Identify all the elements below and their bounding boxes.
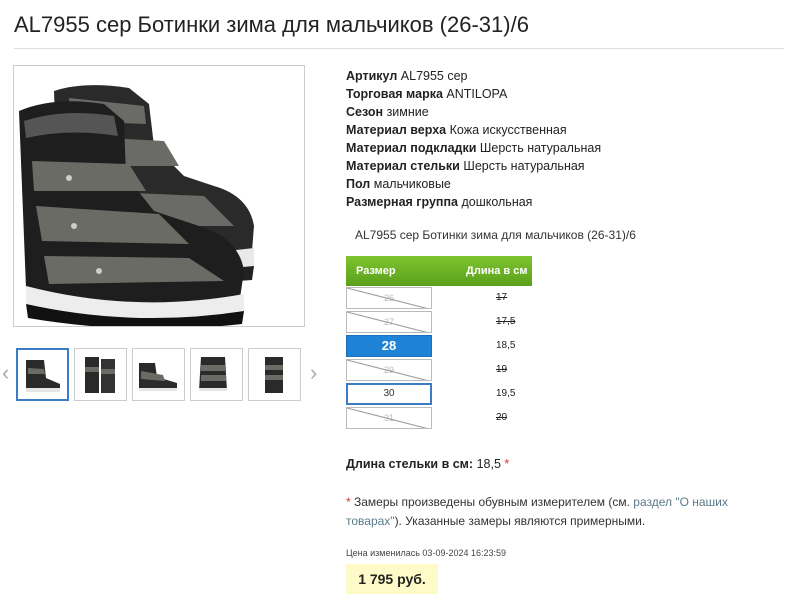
size-table-header: Размер Длина в см [346,256,532,286]
length-value: 19,5 [496,388,516,399]
size-row: 28 18,5 [346,334,532,358]
chevron-left-icon[interactable]: ‹ [2,360,9,386]
size-option-28[interactable]: 28 [346,335,432,357]
insole-label: Длина стельки в см: [346,457,474,471]
spec-season: Сезон зимние [346,105,429,119]
spec-lining-material: Материал подкладки Шерсть натуральная [346,141,602,155]
length-value: 19 [496,364,508,375]
size-option-30[interactable]: 30 [346,383,432,405]
thumbnail-3[interactable] [132,348,185,401]
price-changed-date: Цена изменилась 03-09-2024 16:23:59 [346,548,507,558]
spec-brand: Торговая марка ANTILOPA [346,87,508,101]
size-table: Размер Длина в см 26 17 27 17,5 28 18,5 … [346,256,532,430]
product-caption: AL7955 сер Ботинки зима для мальчиков (2… [355,228,636,242]
size-row: 27 17,5 [346,310,532,334]
spec-size-group: Размерная группа дошкольная [346,195,533,209]
thumbnail-2[interactable] [74,348,127,401]
size-column-header: Размер [356,265,396,277]
spec-insole-material: Материал стельки Шерсть натуральная [346,159,585,173]
length-column-header: Длина в см [466,265,528,277]
size-row: 30 19,5 [346,382,532,406]
page-title: AL7955 сер Ботинки зима для мальчиков (2… [14,12,529,37]
note-text-2: ). Указанные замеры являются примерными. [394,514,646,528]
measurement-note: * Замеры произведены обувным измерителем… [346,493,746,531]
length-value: 17 [496,292,508,303]
spec-upper-material: Материал верха Кожа искусственная [346,123,567,137]
main-product-image[interactable] [13,65,305,327]
length-value: 18,5 [496,340,516,351]
price-badge: 1 795 руб. [346,564,438,594]
length-value: 20 [496,412,508,423]
size-option-31: 31 [346,407,432,429]
length-value: 17,5 [496,316,516,327]
size-row: 29 19 [346,358,532,382]
thumbnail-gallery: ‹ › [0,348,330,404]
title-divider [14,48,784,49]
spec-article: Артикул AL7955 сер [346,69,468,83]
note-text-1: Замеры произведены обувным измерителем (… [350,495,634,509]
size-option-29: 29 [346,359,432,381]
thumbnail-4[interactable] [190,348,243,401]
size-option-26: 26 [346,287,432,309]
product-specs: Артикул AL7955 сер Торговая марка ANTILO… [346,67,601,211]
insole-value: 18,5 [476,457,501,471]
chevron-right-icon[interactable]: › [310,360,317,386]
size-row: 31 20 [346,406,532,430]
thumbnail-5[interactable] [248,348,301,401]
required-mark: * [504,457,510,471]
insole-length: Длина стельки в см: 18,5 * [346,457,509,471]
spec-gender: Пол мальчиковые [346,177,451,191]
size-option-27: 27 [346,311,432,333]
size-row: 26 17 [346,286,532,310]
thumbnail-1[interactable] [16,348,69,401]
boots-illustration [19,85,254,326]
